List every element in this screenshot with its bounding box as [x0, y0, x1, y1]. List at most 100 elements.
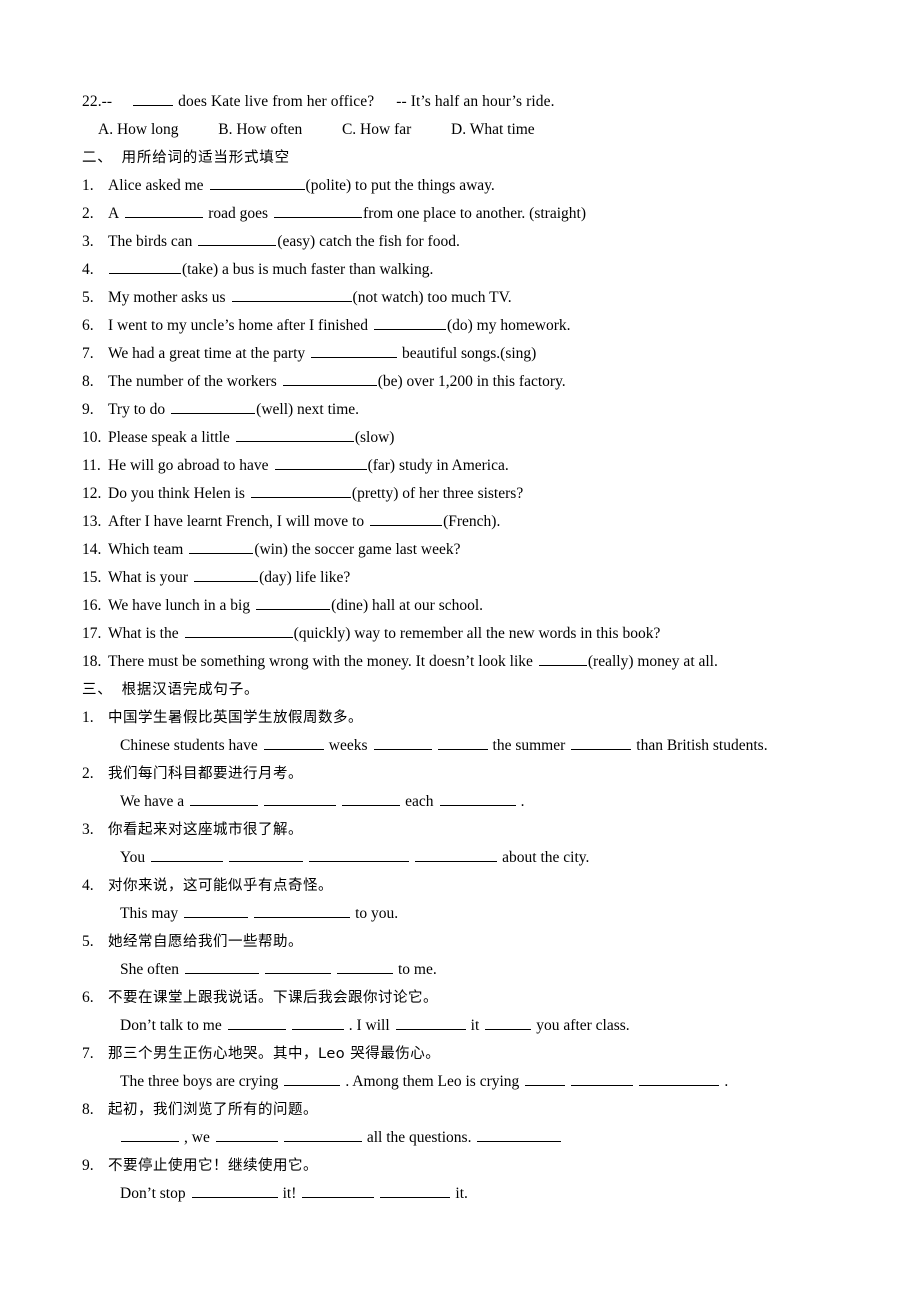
answer-blank[interactable] [121, 1128, 179, 1142]
item-prefix: Alice asked me [108, 177, 204, 194]
table-row: 6. 不要在课堂上跟我说话。下课后我会跟你讨论它。 [82, 984, 860, 1012]
answer-blank[interactable] [109, 260, 181, 274]
english-answer-line: Don’t talk to me . I will it you after clas… [82, 1012, 860, 1040]
answer-blank[interactable] [291, 1016, 344, 1030]
item-number: 5. [82, 933, 94, 950]
answer-blank[interactable] [227, 1016, 286, 1030]
item-prefix: The number of the workers [108, 373, 277, 390]
answer-blank[interactable] [282, 372, 377, 386]
answer-blank[interactable] [190, 792, 259, 806]
table-row: 8. 起初，我们浏览了所有的问题。 [82, 1096, 860, 1124]
answer-blank[interactable] [194, 568, 259, 582]
answer-blank[interactable] [189, 540, 254, 554]
item-suffix: from one place to another. (straight) [363, 205, 586, 222]
answer-blank[interactable] [538, 652, 587, 666]
item-body: Alice asked me (polite) to put the things… [108, 172, 495, 200]
item-body: Try to do (well) next time. [108, 396, 359, 424]
answer-text: to you. [355, 905, 399, 922]
item-number: 13. [82, 513, 102, 530]
answer-blank[interactable] [274, 456, 367, 470]
table-row: 17. What is the (quickly) way to remember … [82, 620, 860, 648]
item-number: 2. [82, 765, 94, 782]
answer-blank[interactable] [198, 232, 277, 246]
item-suffix: (be) over 1,200 in this factory. [377, 373, 566, 390]
answer-blank[interactable] [373, 736, 432, 750]
answer-blank[interactable] [370, 512, 443, 526]
table-row: 11. He will go abroad to have (far) study … [82, 452, 860, 480]
answer-blank[interactable] [309, 848, 410, 862]
section-three-title: 根据汉语完成句子。 [121, 682, 260, 698]
answer-blank[interactable] [336, 960, 393, 974]
chinese-prompt: 她经常自愿给我们一些帮助。 [108, 934, 303, 950]
answer-blank[interactable] [571, 1072, 634, 1086]
answer-blank[interactable] [263, 736, 324, 750]
table-row: 1. Alice asked me (polite) to put the thin… [82, 172, 860, 200]
answer-blank[interactable] [415, 848, 498, 862]
item-middle: road goes [208, 205, 269, 222]
answer-blank[interactable] [302, 1184, 375, 1198]
table-row: 10. Please speak a little (slow) [82, 424, 860, 452]
answer-blank[interactable] [254, 904, 351, 918]
answer-text: the summer [492, 737, 566, 754]
section-three-heading: 三、 根据汉语完成句子。 [82, 676, 860, 704]
option-d: D. What time [451, 121, 535, 138]
answer-blank[interactable] [229, 848, 304, 862]
item-prefix: What is the [108, 625, 179, 642]
item-prefix: My mother asks us [108, 289, 226, 306]
answer-blank[interactable] [437, 736, 488, 750]
answer-blank[interactable] [395, 1016, 466, 1030]
answer-blank[interactable] [571, 736, 632, 750]
item-number: 16. [82, 597, 102, 614]
answer-blank[interactable] [184, 904, 249, 918]
answer-text: . Among them Leo is crying [345, 1073, 520, 1090]
answer-blank[interactable] [184, 960, 259, 974]
section-three-item-list: 1. 中国学生暑假比英国学生放假周数多。 Chinese students have… [82, 704, 860, 1208]
answer-blank[interactable] [264, 792, 337, 806]
item-number: 1. [82, 177, 94, 194]
answer-text: weeks [328, 737, 368, 754]
answer-blank[interactable] [235, 428, 354, 442]
answer-blank[interactable] [264, 960, 331, 974]
answer-blank[interactable] [284, 1072, 341, 1086]
answer-text: Don’t stop [120, 1185, 186, 1202]
english-answer-line: This may to you. [82, 900, 860, 928]
answer-blank[interactable] [231, 288, 352, 302]
answer-blank[interactable] [184, 624, 293, 638]
answer-blank[interactable] [274, 204, 363, 218]
answer-blank[interactable] [215, 1128, 278, 1142]
item-body: Do you think Helen is (pretty) of her thr… [108, 480, 523, 508]
answer-blank[interactable] [380, 1184, 451, 1198]
section-two-heading: 二、 用所给词的适当形式填空 [82, 144, 860, 172]
answer-text: each [405, 793, 434, 810]
answer-blank[interactable] [171, 400, 256, 414]
answer-blank[interactable] [439, 792, 516, 806]
answer-blank[interactable] [256, 596, 331, 610]
item-body: The birds can (easy) catch the fish for f… [108, 228, 460, 256]
answer-text: . [724, 1073, 729, 1090]
item-prefix: There must be something wrong with the m… [108, 653, 533, 670]
answer-blank[interactable] [191, 1184, 278, 1198]
table-row: 9. Try to do (well) next time. [82, 396, 860, 424]
answer-blank[interactable] [283, 1128, 362, 1142]
item-prefix: Which team [108, 541, 184, 558]
item-suffix: (well) next time. [256, 401, 360, 418]
answer-blank[interactable] [209, 176, 305, 190]
table-row: 7. We had a great time at the party beaut… [82, 340, 860, 368]
item-number: 7. [82, 345, 94, 362]
answer-blank[interactable] [485, 1016, 532, 1030]
table-row: 4. 对你来说，这可能似乎有点奇怪。 [82, 872, 860, 900]
answer-blank[interactable] [525, 1072, 566, 1086]
item-suffix: (do) my homework. [446, 317, 571, 334]
english-answer-line: We have a each. [82, 788, 860, 816]
table-row: 15. What is your (day) life like? [82, 564, 860, 592]
answer-blank[interactable] [477, 1128, 562, 1142]
answer-blank[interactable] [250, 484, 351, 498]
item-suffix: (pretty) of her three sisters? [351, 485, 524, 502]
answer-blank[interactable] [151, 848, 224, 862]
answer-blank[interactable] [125, 204, 204, 218]
answer-blank[interactable] [373, 316, 446, 330]
answer-blank[interactable] [342, 792, 401, 806]
table-row: 2. Aroad goes from one place to another. (… [82, 200, 860, 228]
answer-blank[interactable] [311, 344, 398, 358]
answer-blank[interactable] [639, 1072, 720, 1086]
